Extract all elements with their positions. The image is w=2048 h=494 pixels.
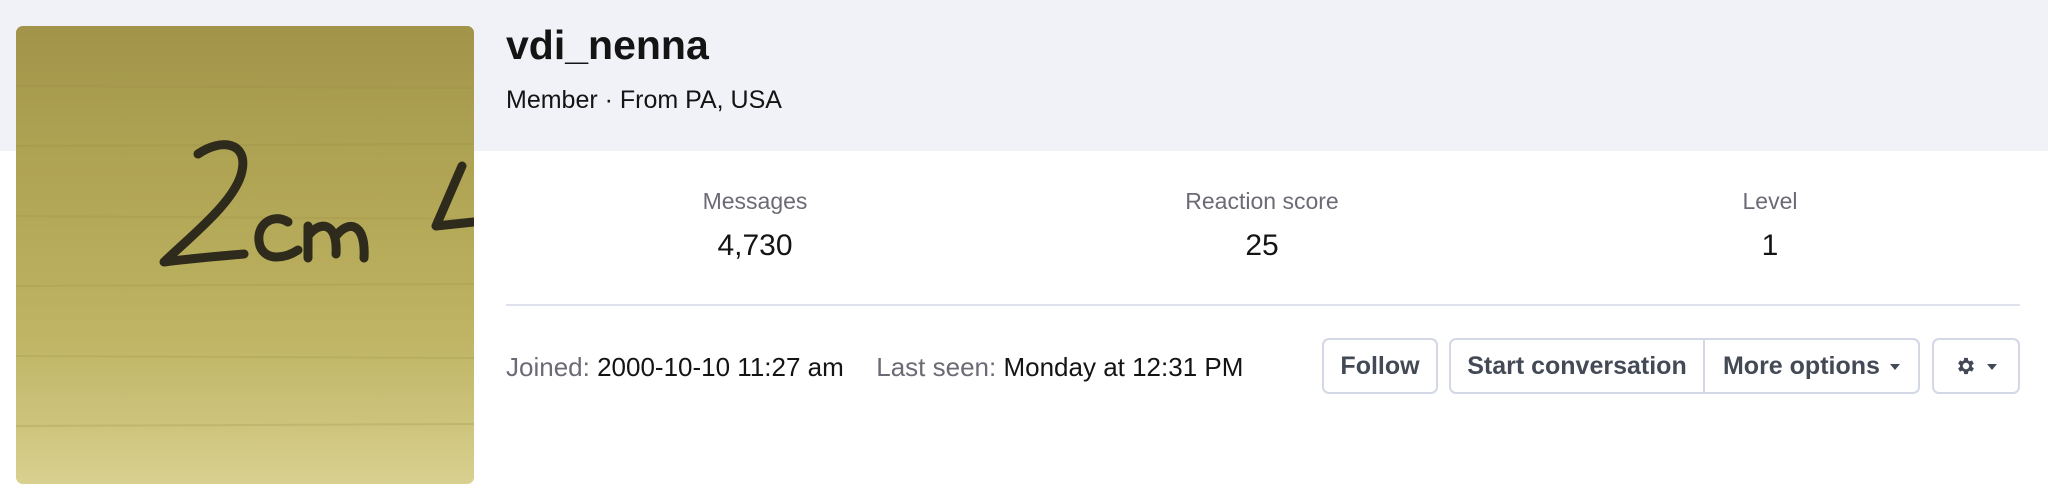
profile-meta: Joined: 2000-10-10 11:27 am Last seen: M… [506, 352, 1243, 383]
stat-value[interactable]: 4,730 [605, 229, 905, 263]
gear-icon [1955, 355, 1977, 377]
more-options-button[interactable]: More options [1705, 340, 1918, 392]
chevron-down-icon [1987, 364, 1997, 370]
conversation-button-group: Start conversation More options [1449, 338, 1920, 394]
follow-button[interactable]: Follow [1322, 338, 1438, 394]
stat-value[interactable]: 1 [1620, 229, 1920, 263]
last-seen-date: Monday at 12:31 PM [1003, 352, 1244, 382]
stat-label: Reaction score [1185, 188, 1339, 214]
joined-label: Joined: [506, 352, 590, 382]
profile-username: vdi_nenna [506, 22, 709, 68]
stat-value[interactable]: 25 [1112, 229, 1412, 263]
stat-label: Messages [702, 188, 808, 214]
avatar[interactable] [16, 26, 474, 484]
member-profile-card: vdi_nenna Member · From PA, USA Messages… [0, 0, 2048, 494]
start-conversation-button[interactable]: Start conversation [1451, 340, 1705, 392]
stat-label: Level [1742, 188, 1798, 214]
more-options-label: More options [1722, 351, 1880, 380]
start-conversation-label: Start conversation [1467, 351, 1687, 380]
settings-menu-button[interactable] [1932, 338, 2020, 394]
member-title-location: Member · From PA, USA [506, 86, 782, 114]
chevron-down-icon [1889, 364, 1900, 370]
stat-level[interactable]: Level 1 [1620, 188, 1920, 263]
last-seen-label: Last seen: [876, 352, 997, 382]
avatar-handwriting-image [16, 26, 474, 484]
stat-reaction-score[interactable]: Reaction score 25 [1112, 188, 1412, 263]
joined-date: 2000-10-10 11:27 am [597, 352, 844, 382]
stat-messages[interactable]: Messages 4,730 [605, 188, 905, 263]
divider [506, 304, 2020, 306]
